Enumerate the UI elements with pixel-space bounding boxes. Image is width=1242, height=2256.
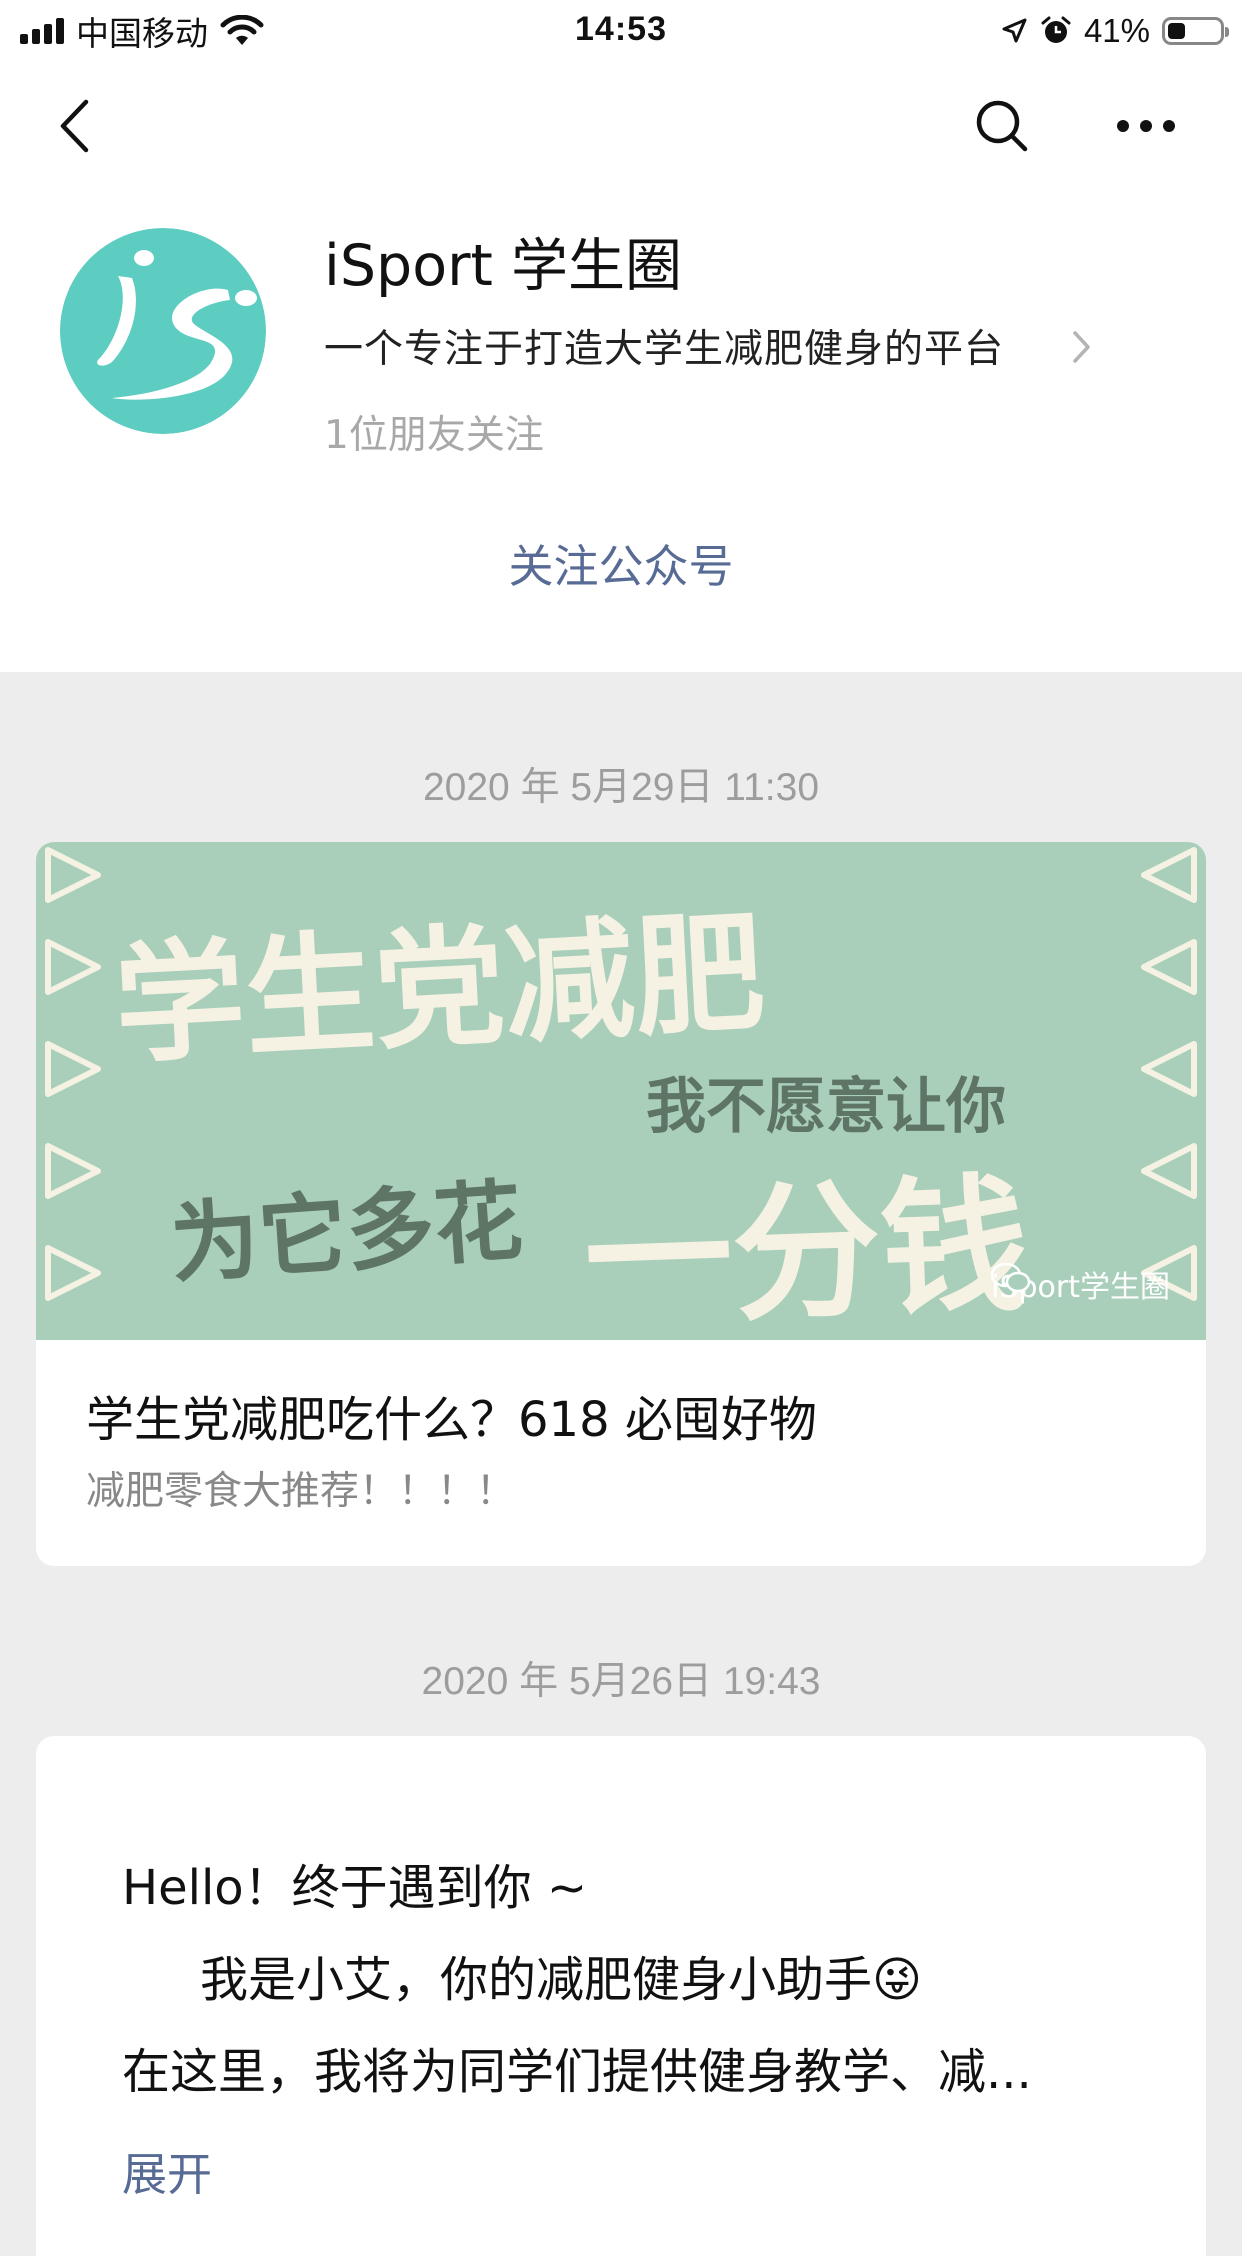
more-icon[interactable]: [1114, 114, 1178, 138]
article-title[interactable]: 学生党减肥吃什么？618 必囤好物: [86, 1380, 817, 1450]
location-icon: [1002, 18, 1027, 43]
account-logo: [60, 228, 266, 434]
cover-watermark: iSport学生圈: [991, 1262, 1170, 1306]
chevron-right-icon[interactable]: [1072, 330, 1092, 364]
expand-link[interactable]: 展开: [122, 2138, 212, 2203]
follow-button[interactable]: 关注公众号: [0, 530, 1242, 595]
article-cover-image[interactable]: 学生党减肥 我不愿意让你 为它多花 一分钱 iSport学生圈: [36, 842, 1206, 1340]
cover-headline-line3a: 为它多花: [167, 1168, 526, 1297]
text-message-card[interactable]: Hello！终于遇到你 ~ 我是小艾，你的减肥健身小助手😜 在这里，我将为同学们…: [36, 1736, 1206, 2256]
message-line: 我是小艾，你的减肥健身小助手😜: [200, 1952, 923, 2008]
wechat-icon: [991, 1262, 1031, 1293]
message-line: Hello！终于遇到你 ~: [122, 1860, 588, 1916]
back-icon[interactable]: [58, 98, 90, 154]
post-date: 2020 年 5月26日 19:43: [421, 1660, 821, 1703]
article-card[interactable]: 学生党减肥 我不愿意让你 为它多花 一分钱 iSport学生圈 学生党减肥吃什么…: [36, 842, 1206, 1566]
message-line: 在这里，我将为同学们提供健身教学、减...: [122, 2044, 1032, 2100]
battery-percent: 41%: [1083, 12, 1150, 49]
friends-following-count: 1位朋友关注: [324, 413, 544, 458]
account-description[interactable]: 一个专注于打造大学生减肥健身的平台: [324, 318, 1004, 374]
nav-bar: [0, 62, 1242, 190]
cover-headline-line3b: 一分钱: [581, 1159, 1032, 1340]
post-date: 2020 年 5月29日 11:30: [422, 766, 820, 809]
status-bar: 中国移动 14:53 41%: [0, 0, 1242, 62]
battery-icon: [1162, 17, 1229, 45]
alarm-icon: [1041, 16, 1071, 43]
account-profile: iSport 学生圈 一个专注于打造大学生减肥健身的平台 1位朋友关注 关注公众…: [0, 190, 1242, 672]
search-icon[interactable]: [974, 98, 1030, 154]
account-name: iSport 学生圈: [324, 233, 682, 299]
article-subtitle: 减肥零食大推荐！！！！: [86, 1469, 516, 1514]
account-avatar[interactable]: [60, 228, 266, 434]
cover-headline-line1: 学生党减肥: [111, 896, 769, 1082]
